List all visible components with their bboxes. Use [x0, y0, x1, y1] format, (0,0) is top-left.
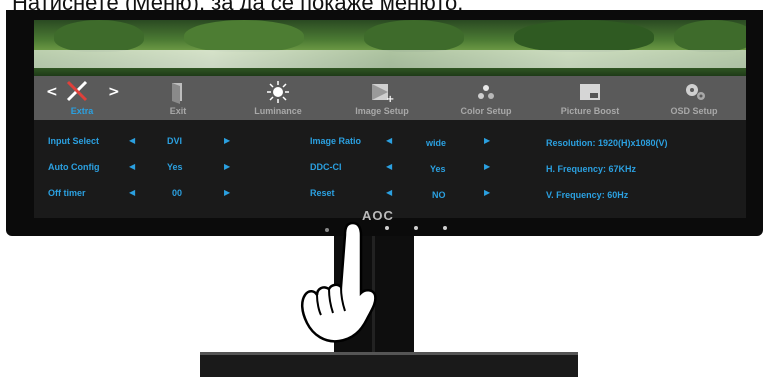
input-select-value[interactable]: DVI [167, 136, 182, 146]
power-button[interactable] [443, 226, 447, 230]
monitor-base [200, 352, 578, 377]
off-timer-left-arrow[interactable]: ◀ [129, 188, 135, 197]
pointing-hand-icon [295, 215, 385, 350]
input-select-left-arrow[interactable]: ◀ [129, 136, 135, 145]
image-ratio-left-arrow[interactable]: ◀ [386, 136, 392, 145]
h-frequency-info: H. Frequency: 67KHz [546, 164, 637, 174]
tab-image-setup[interactable]: + Image Setup [330, 76, 434, 120]
tab-exit-label: Exit [169, 106, 187, 116]
sun-icon [226, 80, 330, 103]
image-ratio-label: Image Ratio [310, 136, 362, 146]
tab-exit[interactable]: Exit [130, 76, 226, 120]
input-select-right-arrow[interactable]: ▶ [224, 136, 230, 145]
ddc-ci-label: DDC-CI [310, 162, 342, 172]
tab-luminance[interactable]: Luminance [226, 76, 330, 120]
svg-text:+: + [386, 94, 394, 104]
off-timer-label: Off timer [48, 188, 86, 198]
resolution-info: Resolution: 1920(H)x1080(V) [546, 138, 668, 148]
off-timer-value[interactable]: 00 [172, 188, 182, 198]
background-photo [34, 20, 746, 76]
auto-button[interactable] [414, 226, 418, 230]
picture-boost-icon [538, 80, 642, 102]
off-timer-right-arrow[interactable]: ▶ [224, 188, 230, 197]
reset-label: Reset [310, 188, 335, 198]
image-ratio-right-arrow[interactable]: ▶ [484, 136, 490, 145]
image-setup-icon: + [330, 80, 434, 105]
tab-luminance-label: Luminance [254, 106, 302, 116]
auto-config-left-arrow[interactable]: ◀ [129, 162, 135, 171]
reset-left-arrow[interactable]: ◀ [386, 188, 392, 197]
exit-door-icon [130, 80, 226, 104]
auto-config-value[interactable]: Yes [167, 162, 183, 172]
image-ratio-value[interactable]: wide [426, 138, 446, 148]
menu-button[interactable] [385, 226, 389, 230]
menu-right-arrow[interactable]: > [108, 84, 120, 100]
tab-picture-boost-label: Picture Boost [560, 106, 620, 116]
input-select-label: Input Select [48, 136, 100, 146]
v-frequency-info: V. Frequency: 60Hz [546, 190, 629, 200]
reset-value[interactable]: NO [432, 190, 446, 200]
tab-extra-label: Extra [70, 106, 94, 116]
tools-icon: < > [34, 80, 130, 102]
ddc-ci-left-arrow[interactable]: ◀ [386, 162, 392, 171]
tab-osd-setup[interactable]: OSD Setup [642, 76, 746, 120]
ddc-ci-value[interactable]: Yes [430, 164, 446, 174]
auto-config-right-arrow[interactable]: ▶ [224, 162, 230, 171]
color-dots-icon [434, 80, 538, 102]
tab-osd-setup-label: OSD Setup [670, 106, 718, 116]
osd-gear-icon [642, 80, 746, 102]
osd-settings-panel: Input Select ◀ DVI ▶ Auto Config ◀ Yes ▶… [34, 120, 746, 218]
auto-config-label: Auto Config [48, 162, 100, 172]
osd-screen: < > Extra Exit Luminance + Image Setup C… [34, 20, 746, 218]
tab-image-setup-label: Image Setup [355, 106, 409, 116]
tab-extra[interactable]: < > Extra [34, 76, 130, 120]
ddc-ci-right-arrow[interactable]: ▶ [484, 162, 490, 171]
osd-menu-bar: < > Extra Exit Luminance + Image Setup C… [34, 76, 746, 120]
menu-left-arrow[interactable]: < [46, 84, 58, 100]
reset-right-arrow[interactable]: ▶ [484, 188, 490, 197]
tab-color-setup[interactable]: Color Setup [434, 76, 538, 120]
monitor-bezel: < > Extra Exit Luminance + Image Setup C… [6, 10, 763, 236]
tab-color-setup-label: Color Setup [460, 106, 512, 116]
tab-picture-boost[interactable]: Picture Boost [538, 76, 642, 120]
